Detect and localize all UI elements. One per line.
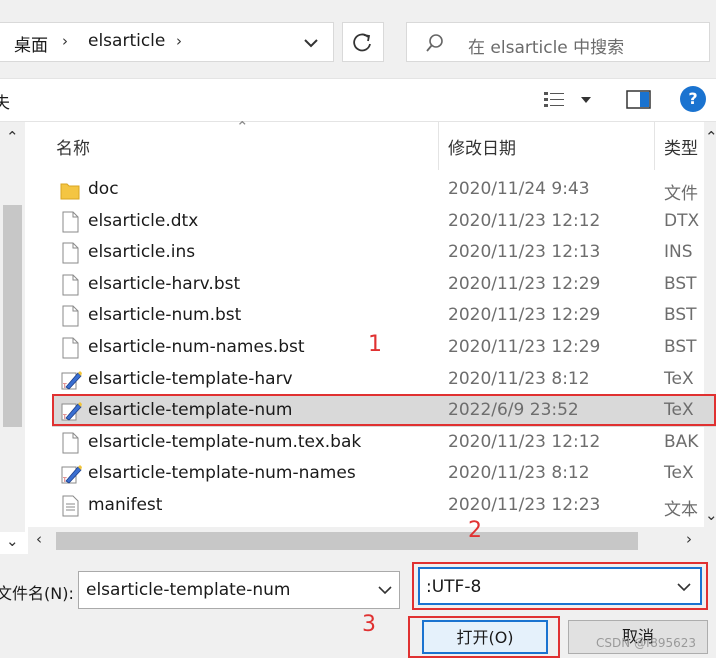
document-icon (60, 432, 80, 454)
file-name: elsarticle-num-names.bst (88, 337, 305, 357)
file-date: 2020/11/23 12:23 (448, 495, 601, 515)
document-icon (60, 337, 80, 359)
watermark: CSDN @f895623 (596, 636, 697, 650)
search-input[interactable]: 在 elsarticle 中搜索 (468, 33, 624, 58)
scroll-left-arrow-icon[interactable]: ‹ (36, 530, 42, 548)
file-type: 文件 (664, 184, 698, 204)
column-divider[interactable] (654, 122, 655, 170)
filename-value[interactable]: elsarticle-template-num (86, 580, 290, 600)
refresh-icon (353, 33, 371, 52)
file-date: 2020/11/23 12:13 (448, 242, 601, 263)
file-type: BAK (664, 431, 699, 452)
help-icon: ? (688, 89, 698, 108)
preview-pane-icon (626, 90, 651, 109)
svg-text:T: T (62, 477, 67, 484)
tex-file-icon: T (60, 463, 82, 485)
file-type: BST (664, 305, 697, 326)
help-button[interactable]: ? (680, 86, 706, 112)
sort-ascending-icon: ⌃ (236, 118, 249, 136)
document-icon (60, 274, 80, 296)
breadcrumb-separator[interactable]: › (62, 32, 68, 50)
file-row[interactable]: Telsarticle-template-num-names 2020/11/23… (52, 458, 716, 490)
file-row[interactable]: elsarticle-num.bst 2020/11/23 12:29 BST (52, 300, 716, 332)
annotation-box-selected-file (52, 394, 716, 426)
file-date: 2020/11/23 8:12 (448, 368, 590, 389)
horizontal-scrollbar-thumb[interactable] (56, 532, 638, 550)
file-row[interactable]: elsarticle.dtx 2020/11/23 12:12 DTX (52, 206, 716, 238)
toolbar-organize-fragment[interactable]: 夫 (0, 89, 10, 113)
document-icon (60, 305, 80, 327)
scroll-down-arrow-icon[interactable]: ⌄ (6, 532, 19, 550)
filename-label: 文件名(N): (0, 584, 74, 603)
encoding-value[interactable]: :UTF-8 (426, 577, 481, 597)
file-type: INS (664, 242, 693, 263)
column-header-date[interactable]: 修改日期 (448, 134, 516, 159)
file-type: TeX (664, 368, 694, 389)
file-name: elsarticle-template-harv (88, 368, 293, 389)
file-date: 2020/11/23 12:29 (448, 305, 601, 326)
toolbar (0, 78, 716, 122)
address-dropdown-button[interactable] (297, 30, 325, 56)
file-date: 2020/11/23 8:12 (448, 463, 590, 484)
file-name: elsarticle-template-num-names (88, 463, 356, 484)
file-name: manifest (88, 495, 163, 515)
file-type: BST (664, 273, 697, 294)
file-date: 2020/11/23 12:29 (448, 337, 601, 357)
column-divider[interactable] (438, 122, 439, 170)
file-row[interactable]: elsarticle-template-num.tex.bak 2020/11/2… (52, 427, 716, 459)
folder-icon (60, 179, 80, 201)
annotation-label-3: 3 (362, 612, 376, 637)
file-date: 2020/11/23 12:12 (448, 431, 601, 452)
file-row[interactable]: doc 2020/11/24 9:43 文件 (52, 174, 716, 206)
tex-file-icon: T (60, 369, 82, 391)
scroll-up-arrow-icon[interactable]: ⌃ (705, 128, 716, 146)
refresh-button[interactable] (342, 22, 384, 62)
tree-scrollbar-thumb[interactable] (3, 205, 22, 427)
chevron-down-icon (304, 39, 318, 48)
file-name: elsarticle.ins (88, 242, 196, 263)
file-name: elsarticle-template-num.tex.bak (88, 431, 362, 452)
change-view-button[interactable] (541, 87, 597, 113)
breadcrumb-separator[interactable]: › (176, 32, 182, 50)
breadcrumb-elsarticle[interactable]: elsarticle (88, 31, 165, 51)
file-row[interactable]: elsarticle.ins 2020/11/23 12:13 INS (52, 237, 716, 269)
annotation-label-1: 1 (368, 332, 382, 357)
column-header-name[interactable]: 名称 (56, 134, 90, 159)
file-row[interactable]: elsarticle-harv.bst 2020/11/23 12:29 BST (52, 269, 716, 301)
chevron-down-icon[interactable] (377, 582, 393, 598)
chevron-down-icon[interactable] (676, 579, 692, 595)
file-date: 2020/11/24 9:43 (448, 179, 590, 199)
preview-pane-button[interactable] (626, 88, 652, 112)
document-icon (60, 242, 80, 264)
file-row[interactable]: manifest 2020/11/23 12:23 文本 (52, 490, 716, 522)
search-icon (426, 34, 443, 52)
file-type: TeX (664, 463, 694, 484)
file-name: doc (88, 179, 119, 199)
file-name: elsarticle-num.bst (88, 305, 242, 326)
file-date: 2020/11/23 12:12 (448, 210, 601, 231)
annotation-label-2: 2 (468, 518, 482, 543)
document-icon (60, 211, 80, 233)
file-name: elsarticle-harv.bst (88, 273, 241, 294)
svg-text:T: T (62, 383, 67, 390)
scroll-up-arrow-icon[interactable]: ⌃ (6, 128, 19, 146)
address-bar[interactable] (0, 22, 334, 62)
text-file-icon (60, 495, 80, 517)
scroll-right-arrow-icon[interactable]: › (686, 530, 692, 548)
breadcrumb-desktop[interactable]: 桌面 (14, 31, 48, 56)
file-type: BST (664, 337, 697, 357)
file-name: elsarticle.dtx (88, 210, 199, 231)
file-type: 文本 (664, 500, 698, 520)
file-row[interactable]: Telsarticle-template-harv 2020/11/23 8:12… (52, 364, 716, 396)
file-row[interactable]: elsarticle-num-names.bst 2020/11/23 12:29… (52, 332, 716, 364)
open-button[interactable]: 打开(O) (422, 620, 548, 654)
file-type: DTX (664, 210, 700, 231)
view-options-icon (544, 92, 591, 107)
column-header-type[interactable]: 类型 (664, 134, 698, 159)
file-date: 2020/11/23 12:29 (448, 273, 601, 294)
